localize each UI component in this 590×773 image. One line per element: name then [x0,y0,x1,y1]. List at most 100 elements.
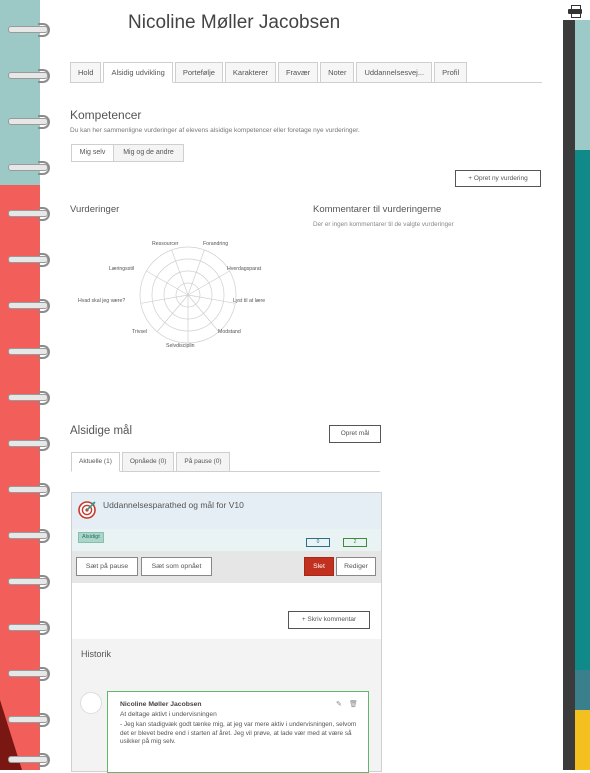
pencil-icon[interactable]: ✎ [336,700,342,708]
right-decoration-dark [563,20,575,770]
binder-ring-hook [38,437,50,451]
kommentarer-heading: Kommentarer til vurderingerne [313,204,442,215]
comment-count-badge: 0 [306,538,330,547]
binder-ring-hook [38,23,50,37]
printer-icon[interactable] [568,5,582,18]
binder-ring [8,528,56,543]
pause-button[interactable]: Sæt på pause [76,557,138,576]
comment-text: - Jeg kan stadigvæk godt tænke mig, at j… [120,721,357,746]
binder-ring-hook [38,713,50,727]
radar-spoke [187,294,220,332]
trash-icon[interactable]: 🗑 [349,700,358,708]
binder-ring [8,252,56,267]
kompetencer-description: Du kan her sammenligne vurderinger af el… [70,127,360,134]
binder-ring-hook [38,391,50,405]
tab-uddannelsesvej[interactable]: Uddannelsesvej... [356,62,433,83]
radar-label-trivsel: Trivsel [132,329,147,335]
tab-portefolje[interactable]: Portefølje [174,62,223,83]
goals-heading: Alsidige mål [70,425,132,437]
goal-action-bar: Sæt på pause Sæt som opnået Slet Rediger [72,551,381,583]
binder-ring-hook [38,115,50,129]
binder-ring [8,22,56,37]
mark-achieved-button[interactable]: Sæt som opnået [141,557,212,576]
radar-label-modstand: Modstand [218,329,241,335]
tab-karakterer[interactable]: Karakterer [224,62,276,83]
binder-ring-hook [38,483,50,497]
goal-tag-bar: Alsidigt 0 2 [72,529,381,551]
binder-ring-hook [38,299,50,313]
radar-spoke [156,294,189,332]
binder-ring-hook [38,529,50,543]
tab-paa-pause[interactable]: På pause (0) [176,452,230,472]
radar-label-lyst-til-at-laere: Lyst til at lære [233,298,265,304]
binder-ring [8,482,56,497]
radar-label-ressourcer: Ressourcer [152,241,179,247]
goal-tabs: Aktuelle (1) Opnåede (0) På pause (0) [71,452,380,472]
create-goal-button[interactable]: Opret mål [329,425,381,443]
radar-spoke [187,249,205,296]
goal-card-title: Uddannelsesparathed og mål for V10 [103,500,244,510]
binder-ring [8,298,56,313]
binder-ring [8,752,56,767]
binder-ring-hook [38,575,50,589]
radar-spoke [146,270,189,296]
radar-spoke [171,249,189,296]
avatar [80,692,102,714]
binder-ring [8,574,56,589]
left-decoration-red [0,185,40,770]
binder-ring [8,666,56,681]
radar-label-hverdagsparat: Hverdagsparat [227,266,262,272]
delete-button[interactable]: Slet [304,557,334,576]
radar-spoke [187,270,230,296]
binder-ring [8,344,56,359]
goal-card-header: Uddannelsesparathed og mål for V10 [72,493,381,529]
binder-ring [8,114,56,129]
tab-profil[interactable]: Profil [434,62,468,83]
tab-alsidig-udvikling[interactable]: Alsidig udvikling [103,62,173,83]
binder-ring-hook [38,667,50,681]
main-tabs: Hold Alsidig udvikling Portefølje Karakt… [70,62,542,83]
radar-label-forandring: Forandring [203,241,228,247]
subgoal-count-badge: 2 [343,538,367,547]
radar-label-hvad-skal-jeg-vaere: Hvad skal jeg være? [78,298,125,304]
binder-ring [8,390,56,405]
kommentarer-empty-text: Der er ingen kommentarer til de valgte v… [313,221,454,228]
radar-chart-svg: Ressourcer Forandring Hverdagsparat Lyst… [78,241,265,349]
radar-label-laeringsstil: Læringsstil [109,266,134,272]
binder-ring [8,620,56,635]
target-icon [78,501,96,519]
segment-mig-og-de-andre[interactable]: Mig og de andre [113,144,184,162]
printer-icon-paper [571,13,581,18]
tab-aktuelle[interactable]: Aktuelle (1) [71,452,120,472]
binder-ring-hook [38,753,50,767]
kompetencer-heading: Kompetencer [70,108,142,122]
right-decoration-teal [575,150,590,670]
binder-ring-hook [38,345,50,359]
tab-noter[interactable]: Noter [320,62,355,83]
history-comment: Nicoline Møller Jacobsen At deltage akti… [107,691,369,773]
binder-ring [8,160,56,175]
binder-ring-hook [38,621,50,635]
tab-fravaer[interactable]: Fravær [277,62,319,83]
right-decoration-yellow [575,710,590,770]
segment-mig-selv[interactable]: Mig selv [71,144,114,162]
comment-goal: At deltage aktivt i undervisningen [120,711,217,718]
goal-card: Uddannelsesparathed og mål for V10 Alsid… [71,492,382,773]
vurderinger-heading: Vurderinger [70,204,120,215]
history-heading: Historik [81,649,112,659]
write-comment-button[interactable]: + Skriv kommentar [288,611,370,629]
tab-hold[interactable]: Hold [70,62,102,83]
radar-label-selvdisciplin: Selvdisciplin [166,343,195,349]
right-decoration [575,20,590,770]
binder-ring-hook [38,161,50,175]
binder-ring [8,68,56,83]
edit-button[interactable]: Rediger [336,557,376,576]
create-assessment-button[interactable]: + Opret ny vurdering [455,170,541,187]
binder-ring [8,436,56,451]
history-section: Historik Nicoline Møller Jacobsen At del… [72,639,381,773]
binder-ring [8,712,56,727]
binder-ring-hook [38,69,50,83]
page-title: Nicoline Møller Jacobsen [128,12,341,33]
tab-opnaaede[interactable]: Opnåede (0) [121,452,175,472]
binder-ring [8,206,56,221]
